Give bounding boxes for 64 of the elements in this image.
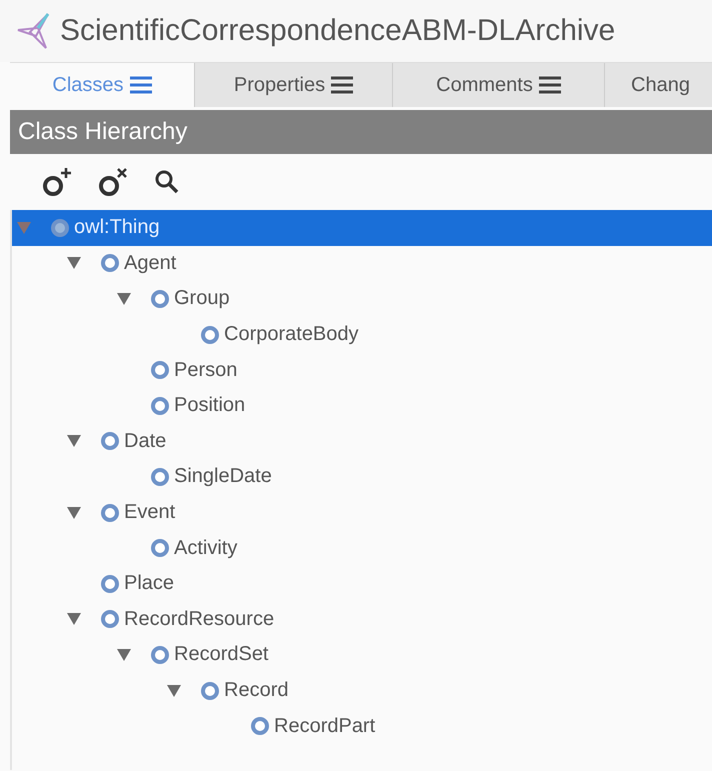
tree-item[interactable]: Date bbox=[12, 424, 712, 460]
class-label: Group bbox=[174, 287, 230, 310]
tree-item[interactable]: Activity bbox=[12, 530, 712, 566]
menu-icon bbox=[538, 76, 561, 94]
class-circle-icon bbox=[100, 502, 120, 523]
expand-triangle-icon[interactable] bbox=[166, 684, 182, 698]
tree-item[interactable]: CorporateBody bbox=[12, 316, 712, 352]
tab[interactable]: Comments bbox=[393, 63, 605, 107]
panel-header: Class Hierarchy bbox=[10, 110, 712, 154]
search-icon[interactable] bbox=[154, 169, 180, 195]
class-label: Position bbox=[174, 394, 246, 418]
class-circle-icon bbox=[50, 218, 70, 238]
class-circle-icon bbox=[150, 396, 170, 416]
menu-icon bbox=[331, 76, 354, 94]
class-label: Person bbox=[174, 358, 238, 382]
class-circle-icon bbox=[250, 716, 270, 736]
delete-class-icon[interactable] bbox=[98, 166, 130, 198]
class-label: owl:Thing bbox=[74, 216, 160, 240]
class-circle-icon bbox=[150, 644, 170, 665]
expand-triangle-icon[interactable] bbox=[66, 612, 82, 626]
tree-item[interactable]: Person bbox=[12, 352, 712, 388]
tab[interactable]: Properties bbox=[195, 63, 393, 107]
tree-item[interactable]: Place bbox=[12, 566, 712, 602]
class-label: RecordSet bbox=[174, 643, 268, 666]
class-label: Record bbox=[224, 679, 288, 702]
window-title: ScientificCorrespondenceABM-DLArchive bbox=[60, 14, 616, 48]
class-label: CorporateBody bbox=[224, 323, 359, 346]
class-circle-icon bbox=[150, 538, 170, 558]
class-circle-icon bbox=[100, 253, 120, 274]
class-label: Agent bbox=[124, 252, 176, 275]
tree-item[interactable]: SingleDate bbox=[12, 459, 712, 495]
expand-triangle-icon[interactable] bbox=[66, 434, 82, 448]
class-label: Date bbox=[124, 430, 166, 453]
expand-triangle-icon[interactable] bbox=[116, 292, 132, 306]
class-circle-icon bbox=[100, 609, 120, 630]
class-label: Event bbox=[124, 501, 176, 524]
tree-item[interactable]: Record bbox=[12, 672, 712, 708]
tree-item[interactable]: RecordResource bbox=[12, 602, 712, 638]
tree-item[interactable]: Group bbox=[12, 281, 712, 317]
add-class-icon[interactable] bbox=[42, 166, 74, 198]
class-label: SingleDate bbox=[174, 465, 272, 488]
tree-item[interactable]: RecordSet bbox=[12, 637, 712, 673]
class-circle-icon bbox=[100, 574, 120, 594]
class-circle-icon bbox=[150, 360, 170, 380]
class-circle-icon bbox=[200, 324, 220, 345]
expand-triangle-icon[interactable] bbox=[66, 506, 82, 520]
tab[interactable]: Chang bbox=[605, 63, 712, 107]
class-circle-icon bbox=[200, 680, 220, 701]
tree-item[interactable]: owl:Thing bbox=[12, 210, 712, 246]
class-circle-icon bbox=[150, 466, 170, 487]
class-circle-icon bbox=[100, 431, 120, 452]
class-label: Activity bbox=[174, 536, 238, 560]
expand-triangle-icon[interactable] bbox=[66, 256, 82, 270]
class-label: RecordPart bbox=[274, 714, 376, 738]
logo-icon bbox=[16, 12, 52, 50]
tree-item[interactable]: Position bbox=[12, 388, 712, 424]
tree-item[interactable]: RecordPart bbox=[12, 708, 712, 744]
class-circle-icon bbox=[150, 288, 170, 309]
class-label: RecordResource bbox=[124, 608, 274, 631]
expand-triangle-icon[interactable] bbox=[116, 648, 132, 662]
class-label: Place bbox=[124, 572, 174, 596]
tree-item[interactable]: Agent bbox=[12, 246, 712, 282]
tree-item[interactable]: Event bbox=[12, 494, 712, 530]
menu-icon bbox=[130, 76, 152, 94]
